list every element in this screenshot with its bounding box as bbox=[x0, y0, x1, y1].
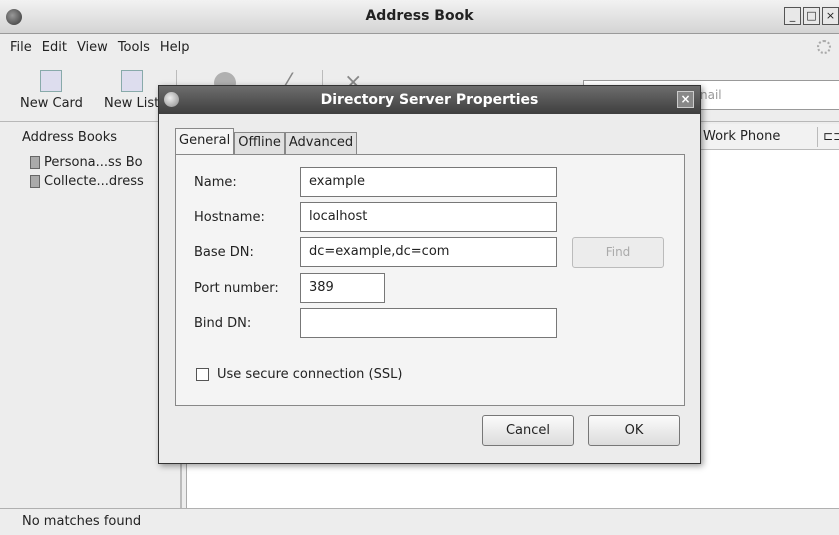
ssl-option[interactable]: Use secure connection (SSL) bbox=[196, 367, 402, 382]
new-list-label: New List bbox=[104, 96, 160, 111]
menu-edit[interactable]: Edit bbox=[40, 40, 75, 55]
base-dn-field[interactable]: dc=example,dc=com bbox=[300, 237, 557, 267]
hostname-field[interactable]: localhost bbox=[300, 202, 557, 232]
tab-advanced[interactable]: Advanced bbox=[284, 132, 358, 154]
menu-view[interactable]: View bbox=[75, 40, 116, 55]
address-books-list: Persona...ss Bo Collecte...dress bbox=[30, 153, 144, 191]
list-item[interactable]: Collecte...dress bbox=[30, 172, 144, 191]
name-field[interactable]: example bbox=[300, 167, 557, 197]
address-book-label: Collecte...dress bbox=[44, 174, 144, 189]
menu-help[interactable]: Help bbox=[158, 40, 198, 55]
new-card-icon bbox=[40, 70, 63, 92]
dialog-title-bar[interactable]: Directory Server Properties × bbox=[159, 86, 700, 114]
dialog-close-button[interactable]: × bbox=[677, 91, 694, 108]
new-list-button[interactable]: New List bbox=[104, 70, 159, 111]
general-tab-panel: Name: example Hostname: localhost Base D… bbox=[175, 154, 685, 446]
status-bar: No matches found bbox=[0, 508, 839, 535]
title-bar[interactable]: Address Book _ □ × bbox=[0, 0, 839, 34]
menu-file[interactable]: File bbox=[8, 40, 40, 55]
address-book-icon bbox=[30, 156, 40, 169]
ssl-checkbox[interactable] bbox=[196, 368, 209, 381]
ok-button[interactable]: OK bbox=[588, 415, 680, 446]
menu-tools[interactable]: Tools bbox=[116, 40, 158, 55]
port-label: Port number: bbox=[194, 281, 279, 296]
name-label: Name: bbox=[194, 175, 237, 190]
list-item[interactable]: Persona...ss Bo bbox=[30, 153, 144, 172]
window-title: Address Book bbox=[365, 8, 474, 24]
new-card-label: New Card bbox=[20, 96, 83, 111]
new-card-button[interactable]: New Card bbox=[20, 70, 83, 111]
dialog-title: Directory Server Properties bbox=[320, 92, 539, 108]
activity-throbber-icon bbox=[817, 40, 831, 54]
column-picker-icon[interactable]: ⊏⊐ bbox=[823, 129, 839, 143]
search-placeholder: nail bbox=[700, 88, 722, 102]
tab-general[interactable]: General bbox=[175, 128, 235, 154]
close-button[interactable]: × bbox=[822, 7, 839, 25]
cancel-button[interactable]: Cancel bbox=[482, 415, 574, 446]
hostname-label: Hostname: bbox=[194, 210, 265, 225]
new-list-icon bbox=[120, 70, 143, 92]
tab-bar: General Offline Advanced bbox=[175, 128, 358, 154]
menu-bar: File Edit View Tools Help bbox=[0, 34, 839, 60]
column-work-phone[interactable]: Work Phone bbox=[703, 129, 780, 144]
maximize-button[interactable]: □ bbox=[803, 7, 820, 25]
bind-dn-label: Bind DN: bbox=[194, 316, 252, 331]
address-books-header: Address Books bbox=[22, 130, 118, 145]
window-controls: _ □ × bbox=[784, 7, 839, 25]
column-separator bbox=[817, 127, 818, 147]
ssl-label: Use secure connection (SSL) bbox=[217, 367, 403, 382]
minimize-button[interactable]: _ bbox=[784, 7, 801, 25]
port-field[interactable]: 389 bbox=[300, 273, 385, 303]
base-dn-label: Base DN: bbox=[194, 245, 254, 260]
address-book-label: Persona...ss Bo bbox=[44, 155, 143, 170]
address-book-icon bbox=[30, 175, 40, 188]
bind-dn-field[interactable] bbox=[300, 308, 557, 338]
status-text: No matches found bbox=[22, 514, 142, 529]
directory-server-properties-dialog: Directory Server Properties × General Of… bbox=[158, 85, 701, 464]
find-button[interactable]: Find bbox=[572, 237, 664, 268]
tab-offline[interactable]: Offline bbox=[234, 132, 285, 154]
